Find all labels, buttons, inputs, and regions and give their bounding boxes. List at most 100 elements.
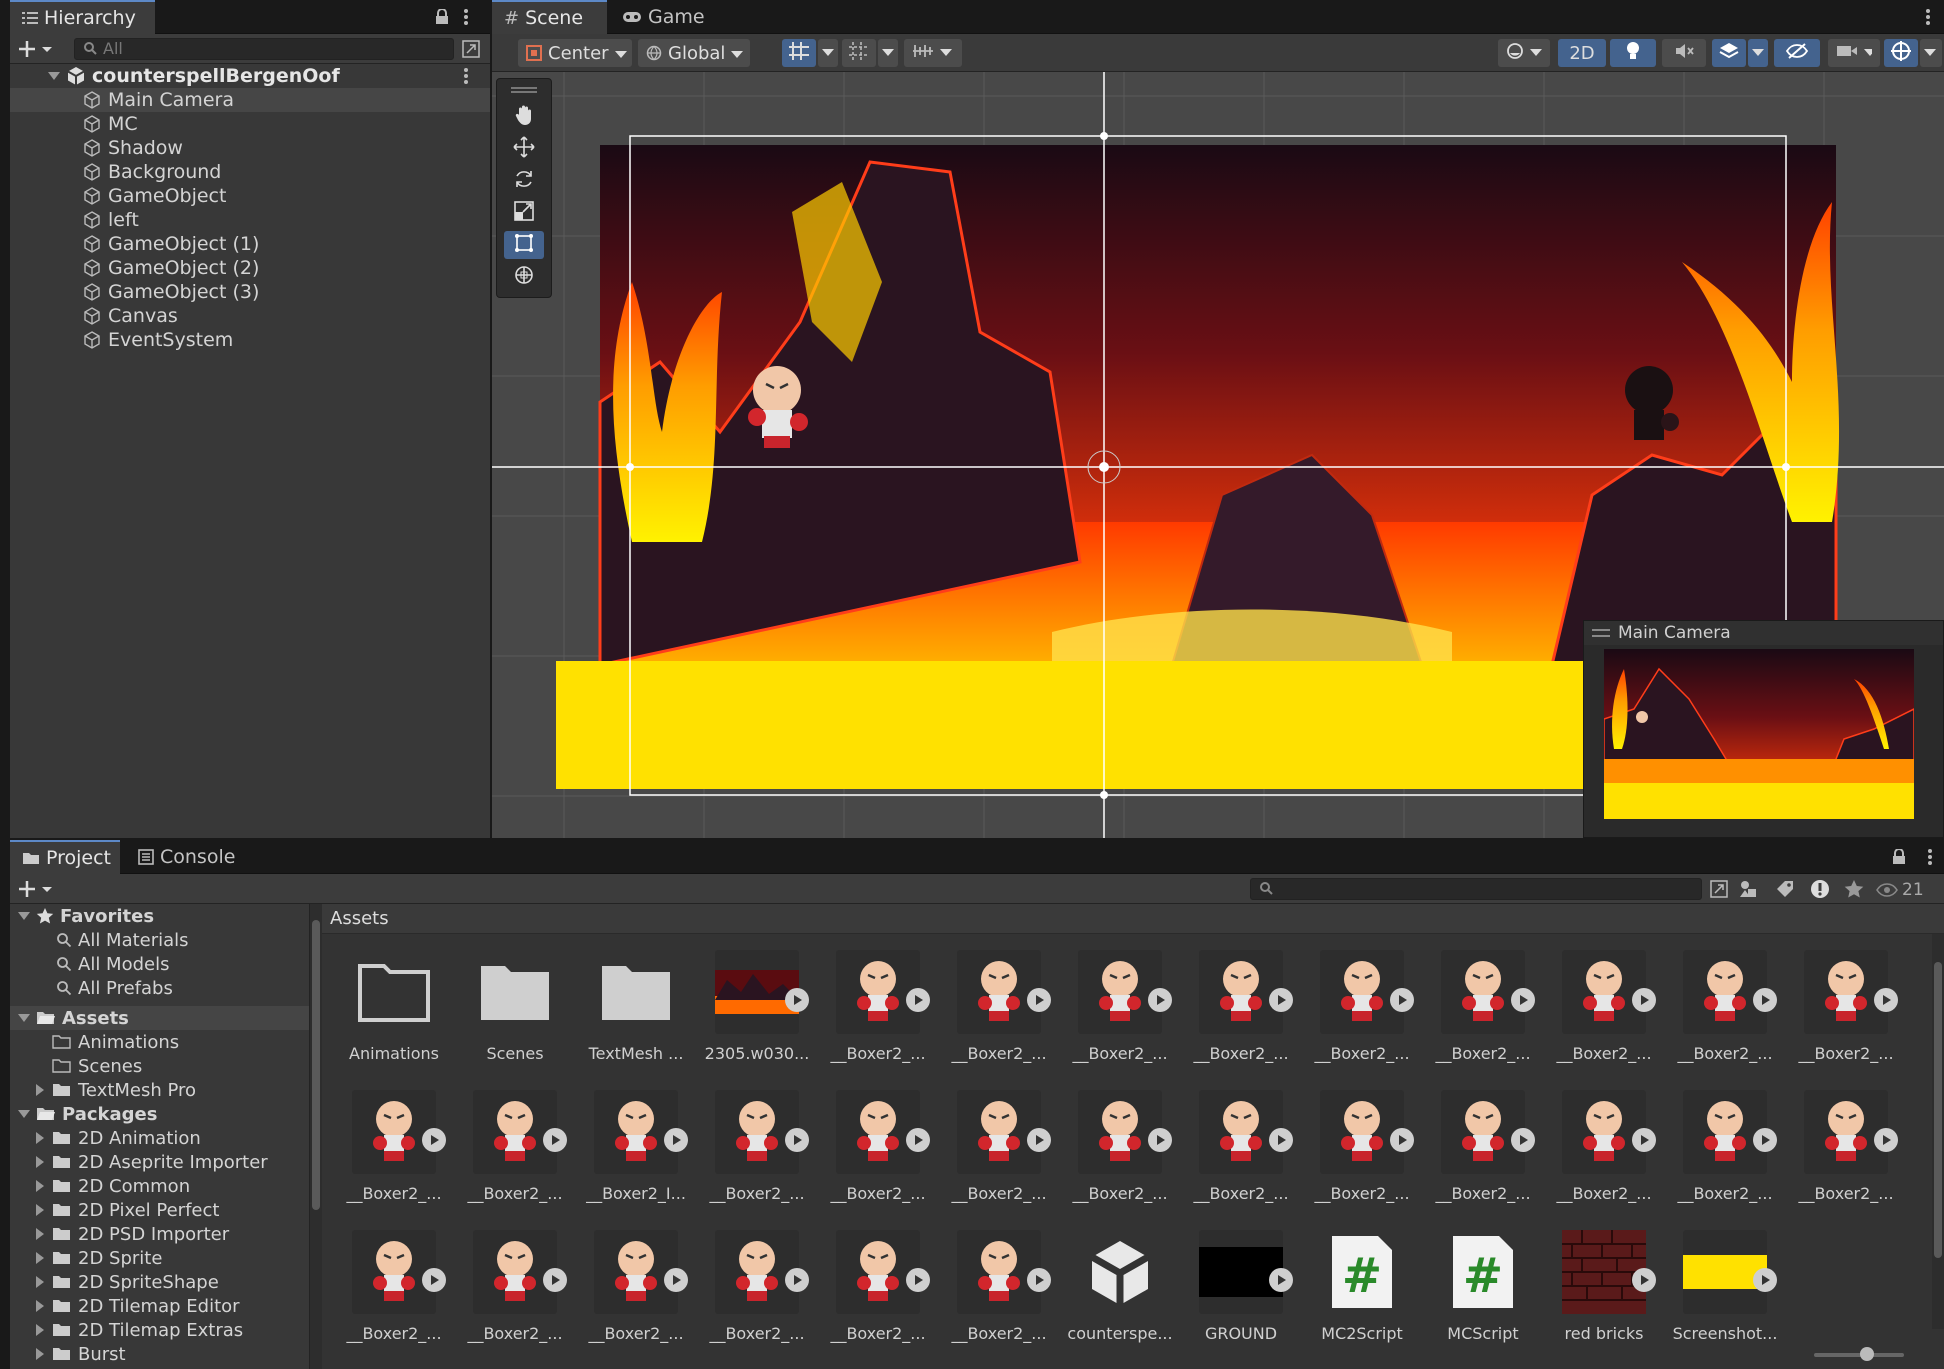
expand-subassets-icon[interactable] (1632, 1128, 1656, 1152)
asset-item[interactable]: Screenshot... (1665, 1220, 1785, 1356)
camera-preview-header[interactable]: Main Camera (1584, 621, 1943, 645)
lock-icon[interactable] (435, 9, 449, 25)
asset-item[interactable]: __Boxer2_... (697, 1220, 817, 1356)
grid-visibility-toggle[interactable] (842, 39, 876, 67)
asset-item[interactable]: __Boxer2_... (1544, 940, 1664, 1076)
search-options-icon[interactable] (462, 40, 480, 58)
drag-handle-icon[interactable] (511, 87, 537, 89)
hierarchy-item[interactable]: GameObject (10, 184, 490, 208)
breadcrumb-assets[interactable]: Assets (330, 908, 389, 929)
filter-by-label-icon[interactable] (1776, 880, 1794, 898)
asset-item[interactable]: __Boxer2_... (1786, 940, 1906, 1076)
tab-hierarchy[interactable]: Hierarchy (10, 0, 155, 34)
expand-subassets-icon[interactable] (1511, 1128, 1535, 1152)
tree-package[interactable]: 2D Tilemap Extras (10, 1318, 309, 1342)
hierarchy-item[interactable]: GameObject (2) (10, 256, 490, 280)
asset-item[interactable]: __Boxer2_... (1060, 940, 1180, 1076)
asset-item[interactable]: __Boxer2_... (455, 1220, 575, 1356)
tree-package[interactable]: 2D Aseprite Importer (10, 1150, 309, 1174)
asset-item[interactable]: __Boxer2_... (1302, 940, 1422, 1076)
expand-arrow-icon[interactable] (34, 1180, 46, 1192)
expand-subassets-icon[interactable] (1390, 988, 1414, 1012)
warning-filter-icon[interactable] (1810, 879, 1830, 899)
asset-item[interactable]: __Boxer2_... (697, 1080, 817, 1216)
expand-arrow-icon[interactable] (34, 1348, 46, 1360)
scene-more-icon[interactable] (1926, 9, 1930, 25)
expand-arrow-icon[interactable] (34, 1156, 46, 1168)
scene-viewport[interactable]: Main Camera (492, 72, 1944, 838)
asset-item[interactable]: __Boxer2_... (334, 1080, 454, 1216)
tree-package[interactable]: 2D SpriteShape (10, 1270, 309, 1294)
expand-subassets-icon[interactable] (1148, 988, 1172, 1012)
asset-item[interactable]: __Boxer2_... (1423, 940, 1543, 1076)
tree-favorites[interactable]: Favorites (10, 904, 309, 928)
space-dropdown[interactable]: Global (638, 39, 750, 67)
move-tool-button[interactable] (504, 135, 544, 163)
expand-subassets-icon[interactable] (785, 1268, 809, 1292)
shading-mode-dropdown[interactable] (1498, 39, 1550, 67)
add-dropdown-button[interactable] (18, 39, 54, 59)
expand-arrow-icon[interactable] (34, 1060, 46, 1072)
create-dropdown-button[interactable] (18, 879, 54, 899)
tree-assets[interactable]: Assets (10, 1006, 309, 1030)
expand-arrow-icon[interactable] (34, 1252, 46, 1264)
expand-subassets-icon[interactable] (1027, 1128, 1051, 1152)
asset-item[interactable]: red bricks (1544, 1220, 1664, 1356)
expand-subassets-icon[interactable] (1632, 1268, 1656, 1292)
rotate-tool-button[interactable] (504, 167, 544, 195)
expand-subassets-icon[interactable] (1874, 1128, 1898, 1152)
asset-item[interactable]: __Boxer2_... (576, 1220, 696, 1356)
hierarchy-item[interactable]: GameObject (1) (10, 232, 490, 256)
tab-console[interactable]: Console (126, 840, 246, 874)
hierarchy-item[interactable]: Main Camera (10, 88, 490, 112)
rect-tool-button[interactable] (504, 231, 544, 259)
asset-item[interactable]: Animations (334, 940, 454, 1076)
tree-asset-folder[interactable]: Scenes (10, 1054, 309, 1078)
asset-item[interactable]: __Boxer2_... (1181, 940, 1301, 1076)
expand-subassets-icon[interactable] (1148, 1128, 1172, 1152)
hierarchy-item[interactable]: GameObject (3) (10, 280, 490, 304)
audio-toggle[interactable] (1662, 39, 1706, 67)
expand-subassets-icon[interactable] (1874, 988, 1898, 1012)
icon-size-slider[interactable] (1814, 1347, 1904, 1361)
tab-scene[interactable]: # Scene (492, 0, 607, 34)
expand-subassets-icon[interactable] (1632, 988, 1656, 1012)
pivot-dropdown[interactable]: Center (518, 39, 632, 67)
more-menu-icon[interactable] (1928, 849, 1932, 865)
asset-item[interactable]: __Boxer2_... (939, 940, 1059, 1076)
hierarchy-search-input[interactable]: All (74, 38, 454, 60)
expand-subassets-icon[interactable] (1753, 1128, 1777, 1152)
asset-item[interactable]: TextMesh ... (576, 940, 696, 1076)
grid-snap-toggle[interactable] (782, 39, 816, 67)
hierarchy-item[interactable]: left (10, 208, 490, 232)
tree-package[interactable]: 2D PSD Importer (10, 1222, 309, 1246)
expand-subassets-icon[interactable] (785, 988, 809, 1012)
asset-item[interactable]: counterspe... (1060, 1220, 1180, 1356)
background-sprite[interactable] (598, 145, 1840, 667)
asset-item[interactable]: __Boxer2_... (818, 940, 938, 1076)
scene-visibility-toggle[interactable] (1774, 39, 1820, 67)
grid-dropdown[interactable] (878, 39, 898, 67)
asset-item[interactable]: __Boxer2_... (1060, 1080, 1180, 1216)
expand-arrow-icon[interactable] (18, 1012, 30, 1024)
expand-arrow-icon[interactable] (34, 1324, 46, 1336)
tree-scrollbar[interactable] (310, 904, 322, 1369)
expand-subassets-icon[interactable] (1027, 1268, 1051, 1292)
expand-arrow-icon[interactable] (10, 71, 66, 81)
project-search-input[interactable] (1250, 878, 1702, 900)
effects-toggle[interactable] (1712, 39, 1746, 67)
icon-size-slider-handle[interactable] (1860, 1347, 1874, 1361)
asset-item[interactable]: __Boxer2_... (1665, 940, 1785, 1076)
expand-subassets-icon[interactable] (1269, 988, 1293, 1012)
expand-subassets-icon[interactable] (1269, 1128, 1293, 1152)
tree-scrollbar-thumb[interactable] (312, 920, 320, 1210)
asset-item[interactable]: __Boxer2_I... (576, 1080, 696, 1216)
expand-arrow-icon[interactable] (18, 910, 30, 922)
expand-subassets-icon[interactable] (906, 988, 930, 1012)
increment-snap-button[interactable] (904, 39, 962, 67)
expand-subassets-icon[interactable] (664, 1128, 688, 1152)
tree-asset-folder[interactable]: TextMesh Pro (10, 1078, 309, 1102)
scene-root-row[interactable]: counterspellBergenOof (10, 64, 490, 88)
expand-subassets-icon[interactable] (1753, 988, 1777, 1012)
hierarchy-item[interactable]: Shadow (10, 136, 490, 160)
